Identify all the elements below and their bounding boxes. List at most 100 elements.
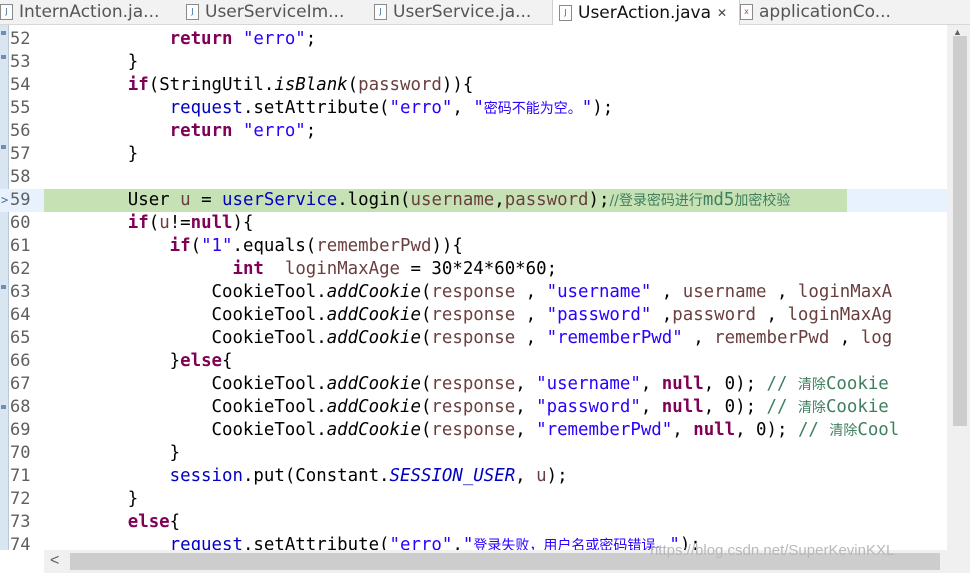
line-number: 72 <box>10 489 31 509</box>
code-token: CookieTool. <box>44 397 327 417</box>
code-token: , 0); <box>703 397 767 417</box>
code-token: ( <box>420 420 432 440</box>
code-token: username <box>682 282 767 302</box>
code-text: if("1".equals(rememberPwd)){ <box>44 235 463 258</box>
tab-useraction[interactable]: J UserAction.java ✕ <box>552 0 740 25</box>
tab-userservice[interactable]: J UserService.ja... <box>374 0 544 24</box>
code-line[interactable]: >59 User u = userService.login(username,… <box>0 189 947 212</box>
code-token: CookieTool. <box>44 374 327 394</box>
code-token: User <box>44 190 181 210</box>
code-token: null <box>661 397 704 417</box>
code-line[interactable]: 61 if("1".equals(rememberPwd)){ <box>0 235 947 258</box>
code-text: request.setAttribute("erro", "密码不能为空。"); <box>44 97 614 121</box>
code-line[interactable]: 71 session.put(Constant.SESSION_USER, u)… <box>0 465 947 488</box>
code-token: , <box>515 282 547 302</box>
code-token: if <box>169 236 191 256</box>
code-line[interactable]: 52 return "erro"; <box>0 28 947 51</box>
line-number: 65 <box>10 328 31 348</box>
code-token: Cool <box>857 420 900 440</box>
line-number: 63 <box>10 282 31 302</box>
code-line[interactable]: 56 return "erro"; <box>0 120 947 143</box>
code-token: , <box>640 397 662 417</box>
code-token: , <box>682 328 715 348</box>
code-line[interactable]: 64 CookieTool.addCookie(response , "pass… <box>0 304 947 327</box>
code-token: log <box>860 328 893 348</box>
code-line[interactable]: 70 } <box>0 442 947 465</box>
code-token: SESSION_USER <box>389 466 516 486</box>
scroll-left-icon[interactable]: < <box>50 552 59 570</box>
line-number: 52 <box>10 29 31 49</box>
code-token: ( <box>420 374 432 394</box>
code-token: } <box>44 351 181 371</box>
line-number: 53 <box>10 52 31 72</box>
code-line[interactable]: 53 } <box>0 51 947 74</box>
code-token: "username" <box>536 374 641 394</box>
code-token: md5 <box>702 190 735 210</box>
code-line[interactable]: 63 CookieTool.addCookie(response , "user… <box>0 281 947 304</box>
code-token: } <box>44 144 139 164</box>
code-line[interactable]: 66 }else{ <box>0 350 947 373</box>
code-token: ( <box>347 75 359 95</box>
code-line[interactable]: 55 request.setAttribute("erro", "密码不能为空。… <box>0 97 947 120</box>
code-token: response <box>431 305 516 325</box>
code-token: addCookie <box>326 397 421 417</box>
tab-userserviceimpl[interactable]: J UserServiceIm... <box>186 0 368 24</box>
code-token: 清除 <box>797 377 826 393</box>
code-token: , <box>829 328 861 348</box>
code-token: ); <box>592 98 614 118</box>
code-line[interactable]: 62 int loginMaxAge = 30*24*60*60; <box>0 258 947 281</box>
code-token: " <box>581 98 593 118</box>
line-number: 70 <box>10 443 31 463</box>
code-token: )){ <box>431 236 463 256</box>
vertical-scroll-thumb[interactable] <box>953 36 967 426</box>
code-token: , <box>515 420 537 440</box>
code-token: addCookie <box>326 374 421 394</box>
code-token: null <box>190 213 233 233</box>
code-line[interactable]: 69 CookieTool.addCookie(response, "remem… <box>0 419 947 442</box>
watermark: https://blog.csdn.net/SuperKevinKXL <box>650 542 895 559</box>
code-token: Cookie <box>825 397 889 417</box>
code-token: CookieTool. <box>44 420 327 440</box>
code-token: "erro" <box>242 29 306 49</box>
code-token: CookieTool. <box>44 305 327 325</box>
code-text: CookieTool.addCookie(response , "passwor… <box>44 304 893 327</box>
code-line[interactable]: 72 } <box>0 488 947 511</box>
tab-internaction[interactable]: J InternAction.ja... <box>0 0 178 24</box>
code-token: response <box>431 397 516 417</box>
tab-applicationcontext[interactable]: x applicationCo... <box>740 0 970 24</box>
line-number: 55 <box>10 98 31 118</box>
code-token: password <box>672 305 757 325</box>
code-token: "password" <box>546 305 652 325</box>
code-token: // <box>797 420 830 440</box>
close-tab-icon[interactable]: ✕ <box>717 6 727 20</box>
code-editor[interactable]: 52 return "erro"; 53 } 54 if(StringUtil.is… <box>0 28 947 557</box>
code-line[interactable]: 57 } <box>0 143 947 166</box>
code-line[interactable]: 58 <box>0 166 947 189</box>
code-token: // <box>766 397 798 417</box>
code-token: isBlank <box>274 75 348 95</box>
code-text: CookieTool.addCookie(response, "password… <box>44 396 889 420</box>
code-line[interactable]: 68 CookieTool.addCookie(response, "passw… <box>0 396 947 419</box>
code-token: addCookie <box>326 305 421 325</box>
code-token: int <box>232 259 264 279</box>
code-line[interactable]: 67 CookieTool.addCookie(response, "usern… <box>0 373 947 396</box>
code-line[interactable]: 65 CookieTool.addCookie(response , "reme… <box>0 327 947 350</box>
code-token: addCookie <box>326 328 421 348</box>
code-token: (StringUtil. <box>148 75 275 95</box>
code-text: } <box>44 488 138 511</box>
code-token: , <box>640 374 662 394</box>
code-line[interactable]: 73 else{ <box>0 511 947 534</box>
code-token: Cookie <box>825 374 889 394</box>
code-token: , <box>651 305 673 325</box>
code-token: return <box>169 121 233 141</box>
code-line[interactable]: 54 if(StringUtil.isBlank(password)){ <box>0 74 947 97</box>
code-text: }else{ <box>44 350 233 373</box>
code-token: , <box>515 305 547 325</box>
code-text: } <box>44 143 138 166</box>
code-line[interactable]: 60 if(u!=null){ <box>0 212 947 235</box>
code-token: , 0); <box>703 374 767 394</box>
